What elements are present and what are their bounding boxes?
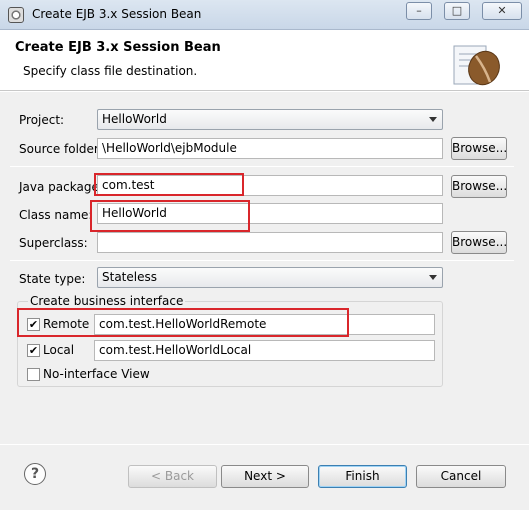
superclass-browse-button[interactable]: Browse... [451,231,507,254]
java-package-label: Java package: [19,180,103,194]
project-combo[interactable]: HelloWorld [97,109,443,130]
local-label: Local [43,343,75,357]
class-name-highlight-box [90,200,250,232]
next-button[interactable]: Next > [221,465,309,488]
separator [10,260,514,261]
no-interface-label: No-interface View [43,367,150,381]
superclass-label: Superclass: [19,236,88,250]
chevron-down-icon [429,117,437,122]
window-title: Create EJB 3.x Session Bean [32,7,202,21]
remote-highlight-box [17,308,349,337]
no-interface-checkbox[interactable] [27,368,40,381]
source-folder-label: Source folder: [19,142,103,156]
finish-button[interactable]: Finish [318,465,407,488]
minimize-button[interactable]: – [406,2,432,20]
superclass-field[interactable] [97,232,443,253]
session-bean-icon [452,42,502,88]
java-package-browse-button[interactable]: Browse... [451,175,507,198]
back-button[interactable]: < Back [128,465,217,488]
state-type-combo-value: Stateless [102,270,157,284]
cancel-button[interactable]: Cancel [416,465,506,488]
source-folder-browse-button[interactable]: Browse... [451,137,507,160]
help-question-icon[interactable]: ? [24,463,46,485]
app-gear-icon [8,7,24,23]
business-interface-group-label: Create business interface [28,294,186,308]
chevron-down-icon [429,275,437,280]
source-folder-field[interactable]: \HelloWorld\ejbModule [97,138,443,159]
close-button[interactable]: ✕ [482,2,522,20]
project-combo-value: HelloWorld [102,112,167,126]
header-subtitle: Specify class file destination. [23,64,198,78]
class-name-label: Class name: [19,208,93,222]
header-title: Create EJB 3.x Session Bean [15,40,221,55]
state-type-label: State type: [19,272,86,286]
state-type-combo[interactable]: Stateless [97,267,443,288]
separator [10,166,514,167]
project-label: Project: [19,113,65,127]
java-package-highlight-box [94,173,244,196]
maximize-button[interactable]: □ [444,2,470,20]
local-checkbox[interactable]: ✔ [27,344,40,357]
checkmark-icon: ✔ [28,344,39,357]
local-interface-field[interactable]: com.test.HelloWorldLocal [94,340,435,361]
